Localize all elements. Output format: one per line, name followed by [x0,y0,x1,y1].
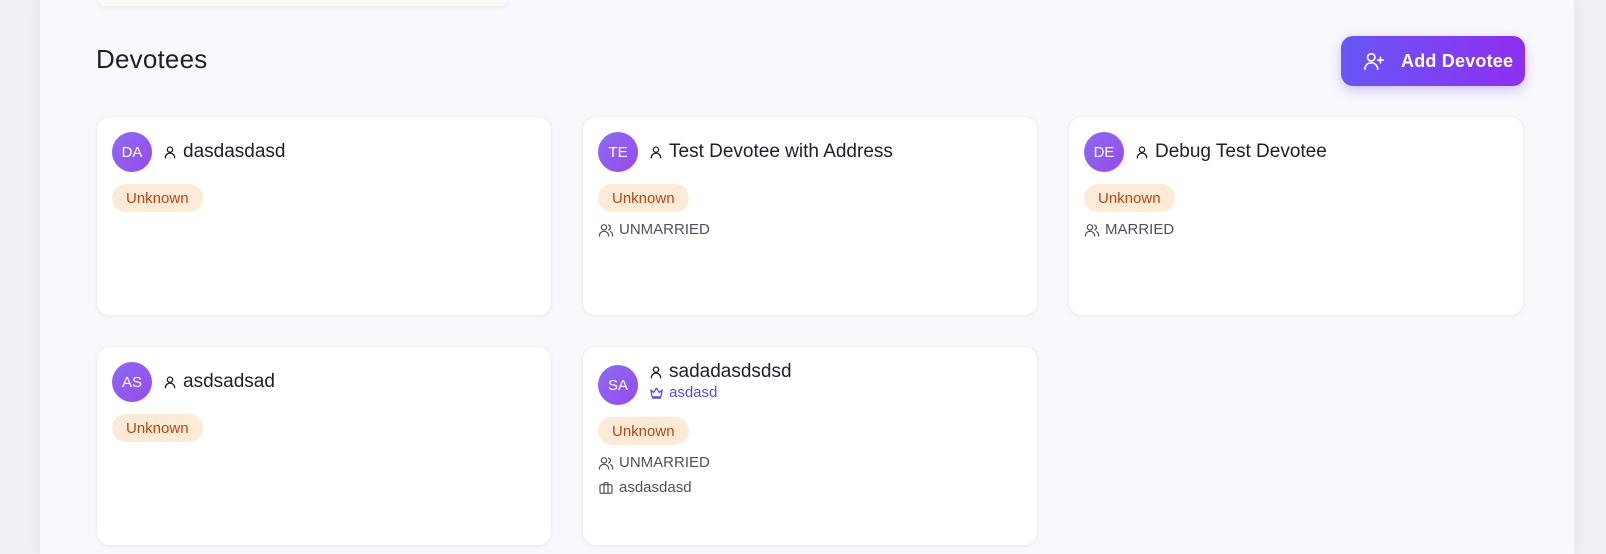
user-icon [649,145,663,159]
users-icon [598,455,614,471]
avatar: DE [1084,132,1124,172]
users-icon [1084,222,1100,238]
status-badge: Unknown [112,184,203,212]
status-badge: Unknown [1084,184,1175,212]
users-icon [598,222,614,238]
devotee-card[interactable]: TE Test Devotee with Address Unknown UNM… [582,116,1038,316]
occupation-row: asdasdasd [598,479,692,496]
marital-status: MARRIED [1105,221,1175,238]
status-badge: Unknown [598,184,689,212]
avatar: AS [112,362,152,402]
page-title: Devotees [96,44,208,74]
user-icon [649,365,663,379]
user-icon [163,145,177,159]
devotee-name: sadadasdsdsd [669,361,792,382]
user-plus-icon [1363,50,1385,72]
status-badge: Unknown [598,417,689,445]
occupation: asdasdasd [619,479,692,496]
marital-status: UNMARRIED [619,221,710,238]
crown-icon [649,385,664,400]
devotee-card[interactable]: AS asdsadsad Unknown [96,346,552,546]
marital-status-row: UNMARRIED [598,454,710,471]
devotee-name: Debug Test Devotee [1155,141,1327,162]
add-devotee-button[interactable]: Add Devotee [1341,36,1525,86]
marital-status-row: MARRIED [1084,221,1174,238]
avatar: TE [598,132,638,172]
devotee-name: asdsadsad [183,371,275,392]
marital-status-row: UNMARRIED [598,221,710,238]
devotee-name: dasdasdasd [183,141,286,162]
avatar: SA [598,365,638,405]
user-icon [163,375,177,389]
status-badge: Unknown [112,414,203,442]
gotra-row: asdasd [649,384,717,401]
avatar: DA [112,132,152,172]
marital-status: UNMARRIED [619,454,710,471]
devotee-card[interactable]: SA sadadasdsdsd asdasd Unknown UNMARRIED… [582,346,1038,546]
devotee-gotra: asdasd [669,384,718,401]
devotee-card[interactable]: DA dasdasdasd Unknown [96,116,552,316]
user-icon [1135,145,1149,159]
devotee-card[interactable]: DE Debug Test Devotee Unknown MARRIED [1068,116,1524,316]
previous-section-edge [98,0,508,6]
add-devotee-label: Add Devotee [1401,50,1514,71]
briefcase-icon [598,480,614,496]
devotee-name: Test Devotee with Address [669,141,893,162]
